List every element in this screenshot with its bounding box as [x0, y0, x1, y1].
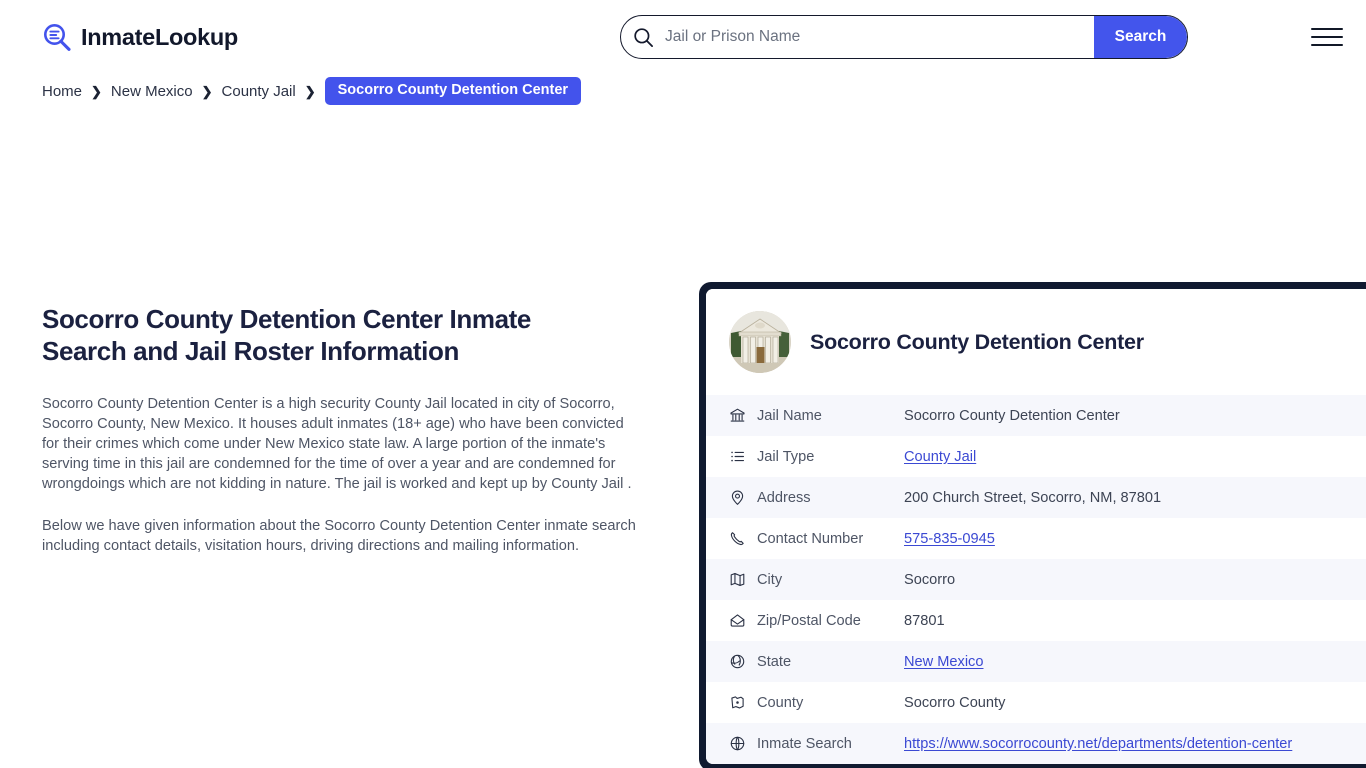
brand-logo[interactable]: InmateLookup: [42, 22, 238, 52]
breadcrumb-item-new-mexico[interactable]: New Mexico: [111, 83, 193, 100]
jail-info-card-inner: Socorro County Detention Center Jail Nam…: [706, 289, 1366, 764]
courthouse-building-photo: [729, 311, 791, 373]
hamburger-bar: [1311, 44, 1343, 47]
row-label: Address: [757, 490, 904, 506]
search-icon: [621, 27, 665, 48]
row-value: Socorro: [904, 572, 1366, 588]
row-label: County: [757, 695, 904, 711]
chevron-right-icon: ❯: [305, 85, 316, 98]
brand-name: InmateLookup: [81, 24, 238, 51]
search-bar[interactable]: Search: [620, 15, 1188, 59]
row-value: Socorro County: [904, 695, 1366, 711]
article-column: Socorro County Detention Center Inmate S…: [42, 303, 642, 556]
map-icon: [729, 571, 757, 588]
row-label: Inmate Search: [757, 736, 904, 752]
globe-grid-icon: [729, 735, 757, 752]
row-value: County Jail: [904, 449, 1366, 465]
jail-info-card-header: Socorro County Detention Center: [706, 289, 1366, 395]
globe-icon: [729, 653, 757, 670]
intro-paragraph-1: Socorro County Detention Center is a hig…: [42, 394, 638, 494]
bank-icon: [729, 407, 757, 424]
breadcrumb: Home ❯ New Mexico ❯ County Jail ❯ Socorr…: [0, 77, 1366, 105]
row-value: Socorro County Detention Center: [904, 408, 1366, 424]
search-input[interactable]: [665, 16, 1094, 58]
hamburger-bar: [1311, 36, 1343, 39]
hamburger-menu-icon[interactable]: [1310, 20, 1344, 54]
envelope-icon: [729, 612, 757, 629]
location-pin-icon: [729, 489, 757, 506]
row-label: Jail Name: [757, 408, 904, 424]
site-header: InmateLookup Search: [0, 0, 1366, 74]
inmate-search-link[interactable]: https://www.socorrocounty.net/department…: [904, 736, 1292, 752]
row-value: New Mexico: [904, 654, 1366, 670]
row-value: https://www.socorrocounty.net/department…: [904, 736, 1366, 752]
row-label: Jail Type: [757, 449, 904, 465]
table-row: County Socorro County: [706, 682, 1366, 723]
magnifier-list-icon: [42, 22, 72, 52]
row-value: 87801: [904, 613, 1366, 629]
table-row: Zip/Postal Code 87801: [706, 600, 1366, 641]
state-link[interactable]: New Mexico: [904, 654, 983, 670]
intro-paragraph-2: Below we have given information about th…: [42, 516, 638, 556]
county-shape-icon: [729, 694, 757, 711]
jail-info-card: Socorro County Detention Center Jail Nam…: [699, 282, 1366, 768]
row-value: 575-835-0945: [904, 531, 1366, 547]
row-label: Zip/Postal Code: [757, 613, 904, 629]
row-value: 200 Church Street, Socorro, NM, 87801: [904, 490, 1366, 506]
chevron-right-icon: ❯: [202, 85, 213, 98]
hamburger-bar: [1311, 28, 1343, 31]
table-row: Inmate Search https://www.socorrocounty.…: [706, 723, 1366, 764]
row-label: State: [757, 654, 904, 670]
table-row: Contact Number 575-835-0945: [706, 518, 1366, 559]
breadcrumb-item-current: Socorro County Detention Center: [325, 77, 581, 105]
table-row: City Socorro: [706, 559, 1366, 600]
row-label: City: [757, 572, 904, 588]
table-row: State New Mexico: [706, 641, 1366, 682]
page-title: Socorro County Detention Center Inmate S…: [42, 303, 622, 367]
row-label: Contact Number: [757, 531, 904, 547]
phone-link[interactable]: 575-835-0945: [904, 531, 995, 547]
jail-type-link[interactable]: County Jail: [904, 449, 976, 465]
breadcrumb-item-county-jail[interactable]: County Jail: [222, 83, 296, 100]
phone-icon: [729, 530, 757, 547]
table-row: Jail Name Socorro County Detention Cente…: [706, 395, 1366, 436]
table-row: Address 200 Church Street, Socorro, NM, …: [706, 477, 1366, 518]
jail-info-card-title: Socorro County Detention Center: [810, 330, 1144, 355]
page-body: Socorro County Detention Center Inmate S…: [0, 105, 1366, 768]
table-row: Jail Type County Jail: [706, 436, 1366, 477]
list-icon: [729, 448, 757, 465]
breadcrumb-item-home[interactable]: Home: [42, 83, 82, 100]
jail-info-table: Jail Name Socorro County Detention Cente…: [706, 395, 1366, 764]
search-button[interactable]: Search: [1094, 16, 1187, 58]
chevron-right-icon: ❯: [91, 85, 102, 98]
